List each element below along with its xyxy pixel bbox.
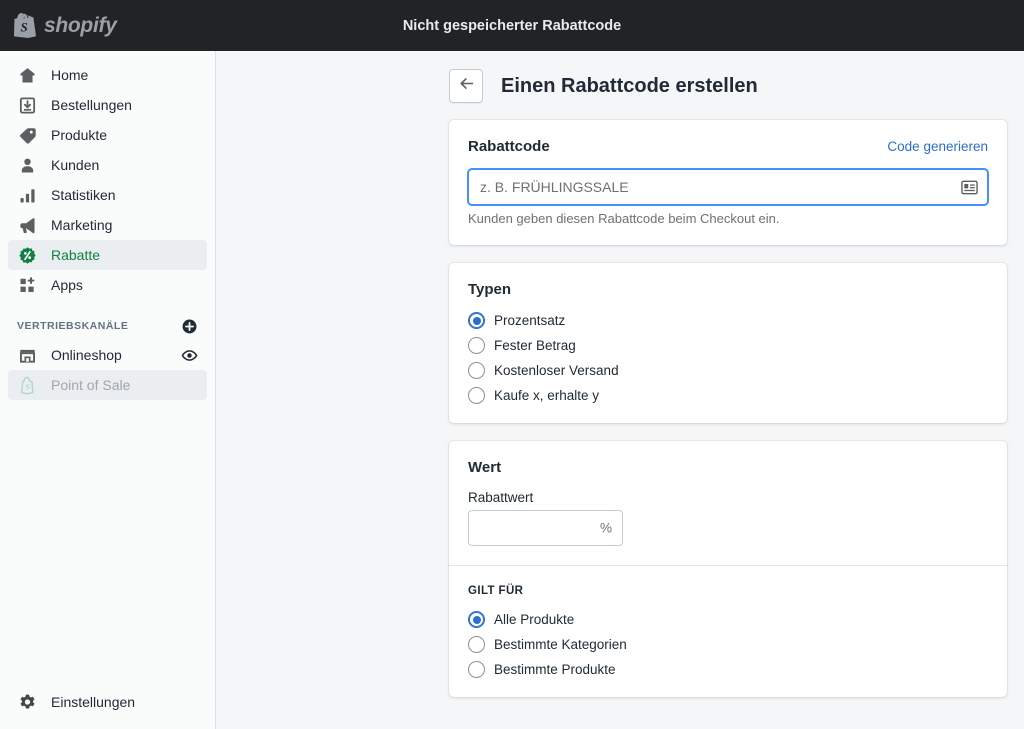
radio-label: Fester Betrag [494,337,576,353]
radio-option-kostenloser-versand[interactable]: Kostenloser Versand [468,362,988,379]
radio-option-fester-betrag[interactable]: Fester Betrag [468,337,988,354]
radio-option-prozentsatz[interactable]: Prozentsatz [468,312,988,329]
discount-code-input[interactable] [468,169,988,205]
radio-label: Bestimmte Produkte [494,661,616,677]
sidebar-item-label: Kunden [51,157,100,173]
sidebar-item-label: Marketing [51,217,113,233]
sidebar-item-onlineshop[interactable]: Onlineshop [8,340,207,370]
discount-code-section: Rabattcode Code generieren z. B. FRÜHLIN… [449,120,1007,245]
sidebar-item-label: Apps [51,277,83,293]
tag-icon [17,125,37,145]
home-icon [17,65,37,85]
discount-code-card: Rabattcode Code generieren z. B. FRÜHLIN… [449,120,1007,245]
sidebar-item-label: Einstellungen [51,694,136,710]
discount-amount-field-wrap: % [468,510,623,546]
radio-label: Bestimmte Kategorien [494,636,627,652]
sidebar-item-einstellungen[interactable]: Einstellungen [8,687,207,717]
top-bar: S shopify Nicht gespeicherter Rabattcode [0,0,1024,51]
value-card-header: Wert [468,460,988,475]
sidebar-item-label: Produkte [51,127,108,143]
sidebar-item-label: Home [51,67,89,83]
radio-option-kaufe-x-erhalte-y[interactable]: Kaufe x, erhalte y [468,387,988,404]
gear-icon [17,692,37,712]
sidebar: Home Bestellungen Produkte Kunden Statis… [0,51,216,729]
sidebar-item-label: Point of Sale [51,377,131,393]
content-column: Rabattcode Code generieren z. B. FRÜHLIN… [449,103,1007,697]
radio-indicator[interactable] [468,337,485,354]
sales-channels-label: VERTRIEBSKANÄLE [17,320,129,332]
card-title: Rabattcode [468,138,550,155]
plus-circle-icon[interactable] [180,317,198,335]
main-content: Einen Rabattcode erstellen Rabattcode Co… [217,51,1024,729]
shopify-bag-icon: S [14,13,36,38]
sidebar-item-rabatte[interactable]: Rabatte [8,240,207,270]
sidebar-item-home[interactable]: Home [8,60,207,90]
eye-icon[interactable] [180,346,198,364]
discount-code-card-header: Rabattcode Code generieren [468,139,988,154]
shopify-admin-window: S shopify Nicht gespeicherter Rabattcode… [0,0,1024,729]
arrow-left-icon [458,75,475,97]
megaphone-icon [17,215,37,235]
sidebar-item-point-of-sale[interactable]: S Point of Sale [8,370,207,400]
sales-channels-header: VERTRIEBSKANÄLE [8,312,207,340]
sidebar-item-marketing[interactable]: Marketing [8,210,207,240]
svg-text:S: S [21,20,28,35]
sidebar-item-kunden[interactable]: Kunden [8,150,207,180]
radio-indicator[interactable] [468,312,485,329]
bar-chart-icon [17,185,37,205]
discount-code-help-text: Kunden geben diesen Rabattcode beim Chec… [468,211,780,226]
discount-code-field-wrap [468,169,988,205]
types-section: Typen Prozentsatz Fester Betrag Kostenlo… [449,263,1007,423]
sidebar-item-label: Statistiken [51,187,116,203]
svg-text:S: S [25,381,30,391]
brand-name: shopify [44,14,117,37]
person-icon [17,155,37,175]
radio-option-alle-produkte[interactable]: Alle Produkte [468,611,988,628]
radio-label: Prozentsatz [494,312,566,328]
discount-icon [17,245,37,265]
id-card-icon[interactable] [960,180,978,195]
sidebar-item-label: Bestellungen [51,97,132,113]
radio-label: Kostenloser Versand [494,362,619,378]
radio-indicator[interactable] [468,661,485,678]
apps-icon [17,275,37,295]
sidebar-item-produkte[interactable]: Produkte [8,120,207,150]
applies-to-radio-group: Alle Produkte Bestimmte Kategorien Besti… [468,611,988,678]
sidebar-item-apps[interactable]: Apps [8,270,207,300]
radio-indicator[interactable] [468,611,485,628]
sidebar-item-label: Rabatte [51,247,101,263]
applies-to-heading: GILT FÜR [468,585,524,597]
card-title: Wert [468,459,502,476]
page-title: Einen Rabattcode erstellen [501,75,758,97]
generate-code-link[interactable]: Code generieren [887,139,988,154]
sidebar-item-statistiken[interactable]: Statistiken [8,180,207,210]
radio-option-bestimmte-kategorien[interactable]: Bestimmte Kategorien [468,636,988,653]
value-card: Wert Rabattwert % GILT FÜR Alle Produkte… [449,441,1007,697]
sidebar-item-bestellungen[interactable]: Bestellungen [8,90,207,120]
sidebar-primary-nav: Home Bestellungen Produkte Kunden Statis… [0,51,215,400]
sidebar-footer-nav: Einstellungen [0,687,215,729]
types-card: Typen Prozentsatz Fester Betrag Kostenlo… [449,263,1007,423]
radio-option-bestimmte-produkte[interactable]: Bestimmte Produkte [468,661,988,678]
shopify-brand[interactable]: S shopify [0,0,216,51]
types-radio-group: Prozentsatz Fester Betrag Kostenloser Ve… [468,312,988,404]
back-button[interactable] [449,69,483,103]
card-title: Typen [468,281,512,298]
storefront-icon [17,345,37,365]
discount-amount-label: Rabattwert [468,490,534,505]
types-card-header: Typen [468,282,988,297]
page-header: Einen Rabattcode erstellen [217,51,1024,103]
radio-indicator[interactable] [468,636,485,653]
applies-to-section: GILT FÜR Alle Produkte Bestimmte Kategor… [449,566,1007,697]
radio-label: Alle Produkte [494,611,575,627]
radio-indicator[interactable] [468,387,485,404]
value-section: Wert Rabattwert % [449,441,1007,565]
radio-indicator[interactable] [468,362,485,379]
shopify-bag-outline-icon: S [17,375,37,395]
radio-label: Kaufe x, erhalte y [494,387,600,403]
sidebar-item-label: Onlineshop [51,347,122,363]
orders-icon [17,95,37,115]
discount-amount-input[interactable] [468,510,623,546]
